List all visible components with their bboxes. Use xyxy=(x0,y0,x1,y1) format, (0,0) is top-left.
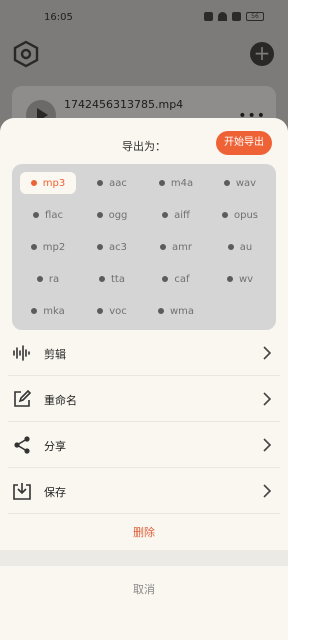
divider xyxy=(0,550,288,566)
chevron-right-icon xyxy=(263,346,272,360)
radio-dot xyxy=(221,212,228,218)
radio-dot xyxy=(226,276,233,282)
menu-item-share[interactable]: 分享 xyxy=(8,422,280,468)
format-option-caf[interactable]: caf xyxy=(148,268,204,290)
menu-item-label: 重命名 xyxy=(44,394,77,407)
format-option-aac[interactable]: aac xyxy=(84,172,140,194)
format-option-opus[interactable]: opus xyxy=(212,204,268,226)
format-option-au[interactable]: au xyxy=(212,236,268,258)
menu-item-label: 分享 xyxy=(44,440,66,453)
format-option-ra[interactable]: ra xyxy=(20,268,76,290)
radio-dot xyxy=(97,308,104,314)
radio-dot xyxy=(30,244,37,250)
menu-item-label: 剪辑 xyxy=(44,348,66,361)
format-option-mp2[interactable]: mp2 xyxy=(20,236,76,258)
format-option-flac[interactable]: flac xyxy=(20,204,76,226)
status-bar: 16:05 56 xyxy=(0,0,288,36)
radio-dot xyxy=(33,212,40,218)
menu-item-rename[interactable]: 重命名 xyxy=(8,376,280,422)
chevron-right-icon xyxy=(263,392,272,406)
radio-dot xyxy=(96,212,103,218)
radio-dot xyxy=(158,180,165,186)
menu-item-label: 保存 xyxy=(44,486,66,499)
radio-dot xyxy=(30,180,37,186)
waveform-icon xyxy=(13,345,30,361)
format-option-amr[interactable]: amr xyxy=(148,236,204,258)
download-icon xyxy=(13,483,31,500)
radio-dot xyxy=(223,180,230,186)
file-name: 1742456313785.mp4 xyxy=(64,98,184,111)
cancel-button[interactable]: 取消 xyxy=(0,581,288,597)
format-option-m4a[interactable]: m4a xyxy=(148,172,204,194)
format-option-voc[interactable]: voc xyxy=(84,300,140,322)
format-option-wma[interactable]: wma xyxy=(148,300,204,322)
add-icon[interactable]: + xyxy=(250,42,274,66)
radio-dot xyxy=(162,212,169,218)
share-icon xyxy=(14,436,30,454)
format-option-wav[interactable]: wav xyxy=(212,172,268,194)
wifi-icon xyxy=(218,12,227,21)
edit-icon xyxy=(14,389,32,407)
format-option-wv[interactable]: wv xyxy=(212,268,268,290)
export-sheet: 导出为： 开始导出 mp3 aac m4a wav flac ogg aiff … xyxy=(0,118,288,640)
format-option-mp3[interactable]: mp3 xyxy=(20,172,76,194)
notification-icon xyxy=(232,12,241,21)
radio-dot xyxy=(36,276,43,282)
format-option-ogg[interactable]: ogg xyxy=(84,204,140,226)
battery-icon: 56 xyxy=(246,12,264,21)
menu-item-save[interactable]: 保存 xyxy=(8,468,280,514)
dnd-icon xyxy=(204,12,213,21)
format-option-tta[interactable]: tta xyxy=(84,268,140,290)
radio-dot xyxy=(99,276,105,282)
radio-dot xyxy=(227,244,234,250)
settings-icon[interactable] xyxy=(12,40,40,68)
format-panel: mp3 aac m4a wav flac ogg aiff opus mp2 a… xyxy=(12,164,276,330)
chevron-right-icon xyxy=(263,438,272,452)
status-time: 16:05 xyxy=(44,12,73,23)
radio-dot xyxy=(31,308,38,314)
radio-dot xyxy=(157,308,164,314)
radio-dot xyxy=(97,180,104,186)
status-icons: 56 xyxy=(204,12,264,21)
format-option-mka[interactable]: mka xyxy=(20,300,76,322)
radio-dot xyxy=(97,244,103,250)
format-option-aiff[interactable]: aiff xyxy=(148,204,204,226)
radio-dot xyxy=(162,276,169,282)
screen: 16:05 56 + 1742456313785.mp4 ••• 导出为： 开始… xyxy=(0,0,288,640)
radio-dot xyxy=(160,244,166,250)
menu-item-trim[interactable]: 剪辑 xyxy=(8,330,280,376)
chevron-right-icon xyxy=(263,484,272,498)
start-export-button[interactable]: 开始导出 xyxy=(216,131,272,155)
delete-button[interactable]: 删除 xyxy=(0,524,288,540)
format-option-ac3[interactable]: ac3 xyxy=(84,236,140,258)
